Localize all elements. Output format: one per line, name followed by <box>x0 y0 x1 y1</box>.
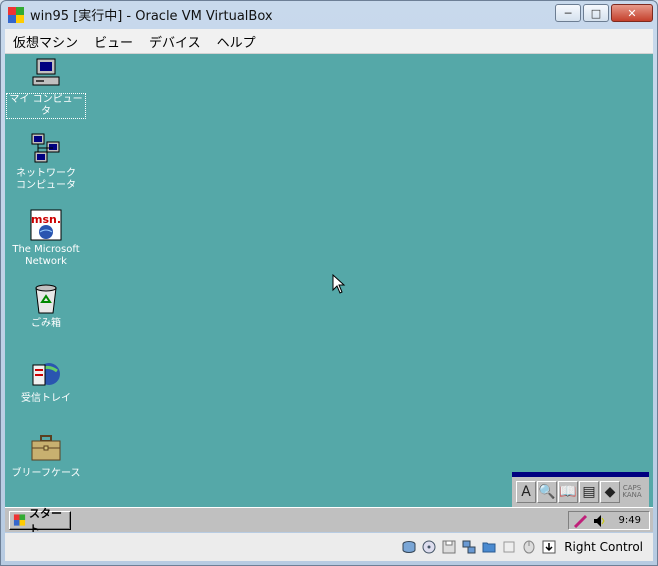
ime-toolbar: A 🔍 📖 ▤ ◆ CAPS KANA <box>512 472 649 507</box>
menu-view[interactable]: ビュー <box>86 32 141 51</box>
briefcase-icon <box>29 432 63 466</box>
ime-caps-kana-indicator: CAPS KANA <box>621 485 643 499</box>
mouse-cursor-icon <box>332 274 346 294</box>
windows-logo-icon <box>13 514 26 526</box>
icon-label-line-1: ネットワーク <box>16 168 76 179</box>
title-bar[interactable]: win95 [実行中] - Oracle VM VirtualBox ─ □ ✕ <box>1 1 657 28</box>
vb-status-bar: Right Control <box>5 533 653 561</box>
network-icon <box>29 132 63 166</box>
ime-properties-button[interactable]: ◆ <box>600 481 620 503</box>
close-button[interactable]: ✕ <box>611 4 653 22</box>
pen-icon[interactable] <box>573 514 589 528</box>
window-title: win95 [実行中] - Oracle VM VirtualBox <box>30 9 273 24</box>
desktop-icon-msn[interactable]: msn. The Microsoft Network <box>6 208 86 268</box>
computer-icon <box>29 57 63 91</box>
kana-label: KANA <box>622 491 642 499</box>
ime-input-mode-button[interactable]: A <box>516 481 536 503</box>
recycle-bin-icon <box>29 282 63 316</box>
guest-screen[interactable]: マイ コンピュータ ネットワーク コンピュータ msn. The Microso… <box>5 54 653 532</box>
virtualbox-app-icon <box>8 6 24 23</box>
optical-drive-icon[interactable] <box>421 539 437 555</box>
desktop-icon-my-computer[interactable]: マイ コンピュータ <box>6 57 86 119</box>
icon-label: ごみ箱 <box>31 318 61 329</box>
msn-icon: msn. <box>29 208 63 242</box>
floppy-drive-icon[interactable] <box>441 539 457 555</box>
icon-label: 受信トレイ <box>21 393 71 404</box>
icon-label: マイ コンピュータ <box>6 93 86 119</box>
ime-search-button[interactable]: 🔍 <box>537 481 557 503</box>
desktop-icon-briefcase[interactable]: ブリーフケース <box>6 432 86 480</box>
icon-label-line-1: The Microsoft <box>12 244 80 255</box>
icon-label: ブリーフケース <box>11 468 81 479</box>
ime-pad-button[interactable]: ▤ <box>579 481 599 503</box>
host-key-label: Right Control <box>564 540 643 554</box>
menu-help[interactable]: ヘルプ <box>209 32 264 51</box>
icon-label-line-2: コンピュータ <box>16 180 76 191</box>
minimize-button[interactable]: ─ <box>555 4 581 22</box>
mouse-integration-icon[interactable] <box>521 539 537 555</box>
volume-icon[interactable] <box>593 514 605 528</box>
desktop-icon-recycle-bin[interactable]: ごみ箱 <box>6 282 86 330</box>
ime-dictionary-button[interactable]: 📖 <box>558 481 578 503</box>
desktop-icon-inbox[interactable]: 受信トレイ <box>6 357 86 405</box>
menu-machine[interactable]: 仮想マシン <box>5 32 86 51</box>
desktop-icon-network[interactable]: ネットワーク コンピュータ <box>6 132 86 192</box>
shared-folders-icon[interactable] <box>481 539 497 555</box>
host-key-arrow-icon[interactable] <box>541 539 557 555</box>
icon-label-line-2: Network <box>25 256 67 267</box>
vb-menu-bar: 仮想マシン ビュー デバイス ヘルプ <box>5 29 653 54</box>
system-tray: 9:49 <box>568 511 650 530</box>
virtualbox-window: win95 [実行中] - Oracle VM VirtualBox ─ □ ✕… <box>0 0 658 566</box>
inbox-icon <box>29 357 63 391</box>
display-icon[interactable] <box>501 539 517 555</box>
network-adapter-icon[interactable] <box>461 539 477 555</box>
win95-taskbar: スタート 9:49 <box>5 507 653 532</box>
start-label: スタート <box>29 506 63 533</box>
hard-disk-icon[interactable] <box>401 539 417 555</box>
maximize-button[interactable]: □ <box>583 4 609 22</box>
start-button[interactable]: スタート <box>9 507 71 532</box>
clock[interactable]: 9:49 <box>619 515 641 526</box>
menu-devices[interactable]: デバイス <box>141 32 209 51</box>
msn-logo-text: msn. <box>31 213 61 226</box>
